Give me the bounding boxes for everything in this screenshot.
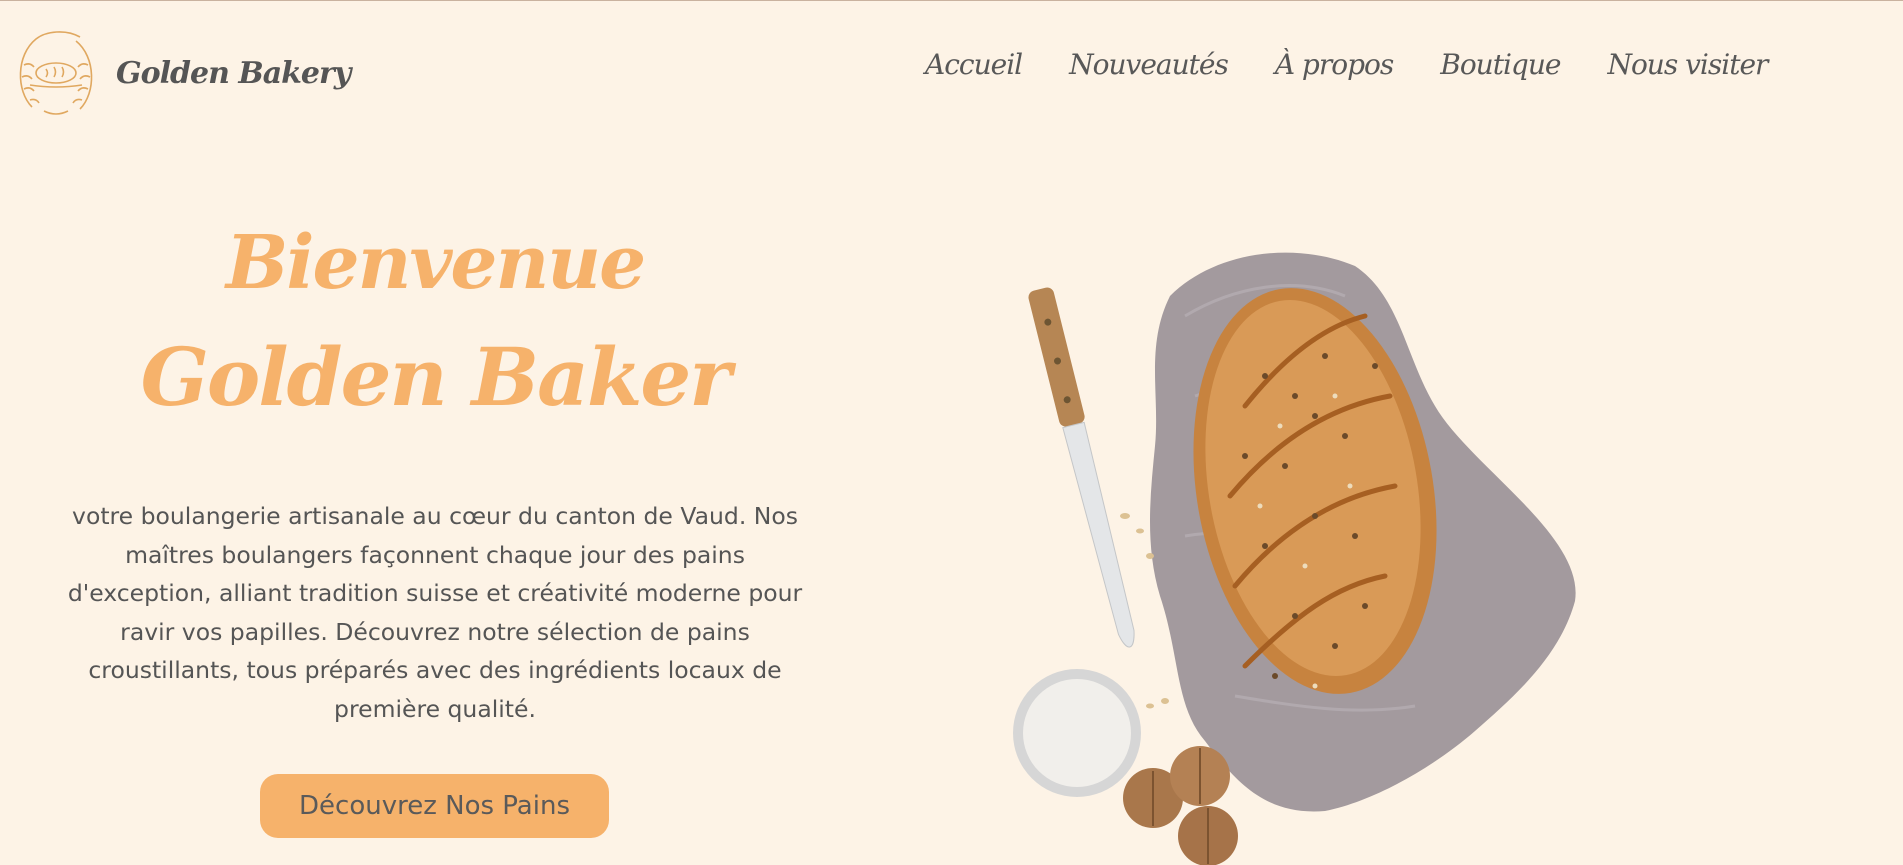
hero-title-line1: Bienvenue [225,220,646,306]
bread-loaf-illustration-icon [995,236,1615,865]
nav-item-accueil[interactable]: Accueil [925,51,1023,79]
nav-item-a-propos[interactable]: À propos [1275,51,1394,79]
hero-title-line2: Golden Baker [140,330,732,424]
main-nav: Accueil Nouveautés À propos Boutique Nou… [925,51,1768,79]
brand-name: Golden Bakery [116,56,351,91]
nav-item-boutique[interactable]: Boutique [1440,51,1561,79]
hero-description: votre boulangerie artisanale au cœur du … [67,502,803,723]
nav-item-nouveautes[interactable]: Nouveautés [1069,51,1229,79]
brand-link[interactable]: Golden Bakery [14,25,351,123]
nav-item-nous-visiter[interactable]: Nous visiter [1607,51,1768,79]
bread-wreath-logo-icon [14,25,98,123]
discover-breads-button[interactable]: Découvrez Nos Pains [260,774,609,838]
